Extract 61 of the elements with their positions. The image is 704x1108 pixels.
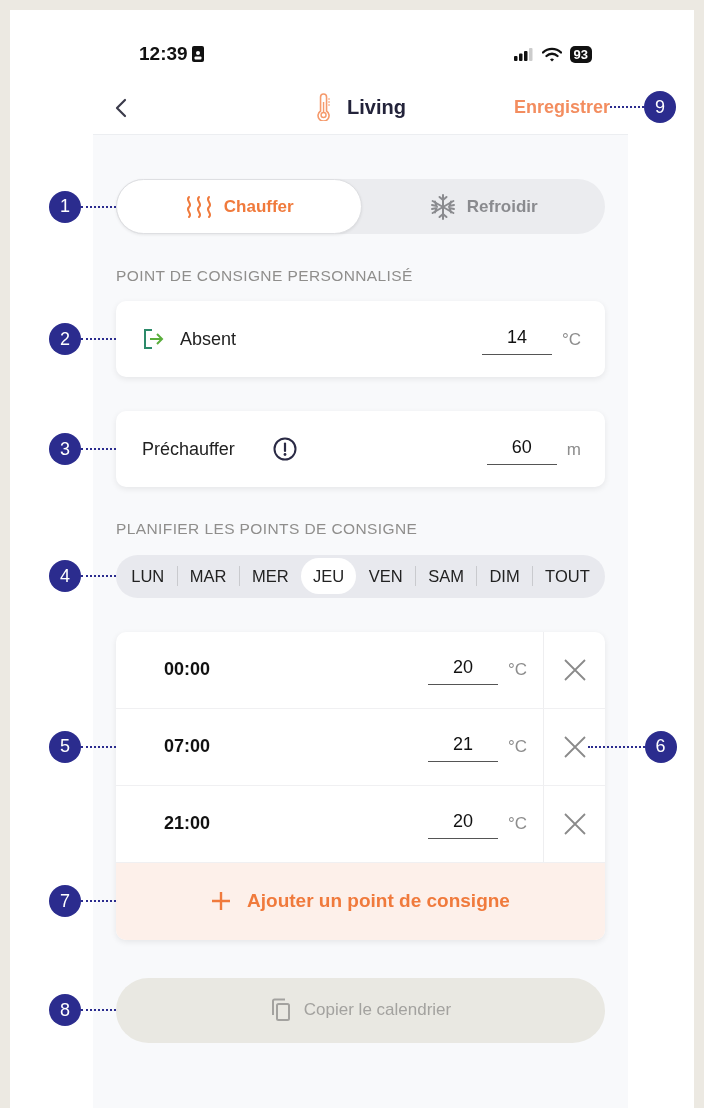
day-tab[interactable]: JEU <box>300 558 357 594</box>
value-field[interactable]: 60 <box>486 433 557 465</box>
section-title: POINT DE CONSIGNE PERSONNALISÉ <box>116 266 414 286</box>
close-icon <box>561 733 588 760</box>
callout-marker: 2 <box>49 323 81 356</box>
unit-label: °C <box>507 735 527 758</box>
snowflake-icon <box>428 192 457 221</box>
delete-button[interactable] <box>561 656 588 683</box>
close-icon <box>561 810 588 837</box>
value-field[interactable]: 20 <box>427 654 498 685</box>
value-field[interactable]: 21 <box>427 731 498 762</box>
callout-marker: 4 <box>49 560 81 592</box>
thermometer-icon <box>315 93 332 121</box>
battery-indicator: 93 <box>569 45 592 63</box>
setpoint-time: 00:00 <box>164 658 212 681</box>
id-card-icon <box>191 46 204 62</box>
setting-label: Préchauffer <box>142 437 235 461</box>
signal-icon <box>513 47 534 61</box>
unit-label: °C <box>561 328 581 351</box>
callout-marker: 5 <box>49 730 81 763</box>
leader-line <box>81 900 116 902</box>
delete-button[interactable] <box>561 810 588 837</box>
section-title: PLANIFIER LES POINTS DE CONSIGNE <box>116 519 419 540</box>
leader-line <box>587 745 645 748</box>
unit-label: °C <box>507 812 527 835</box>
wifi-icon <box>541 46 562 62</box>
leader-line <box>81 1009 116 1011</box>
leader-line <box>81 338 116 341</box>
leader-line <box>81 205 116 208</box>
day-tab[interactable]: TOUT <box>532 558 602 594</box>
callout-marker: 8 <box>49 994 81 1026</box>
callout-marker: 1 <box>49 190 81 223</box>
day-tab[interactable]: LUN <box>119 558 177 594</box>
plus-icon <box>211 891 232 911</box>
setpoint-time: 07:00 <box>164 735 212 758</box>
back-icon <box>115 97 127 118</box>
leader-line <box>81 745 116 748</box>
status-time: 12:39 <box>139 41 188 66</box>
callout-marker: 6 <box>644 730 677 763</box>
info-icon <box>272 437 297 462</box>
value-field[interactable]: 14 <box>481 323 552 355</box>
copy-icon <box>269 998 292 1022</box>
setpoint-time: 21:00 <box>164 812 212 835</box>
day-tab[interactable]: MER <box>239 558 301 594</box>
unit-label: °C <box>507 658 527 681</box>
day-tab[interactable]: MAR <box>177 558 239 594</box>
day-tab[interactable]: DIM <box>477 558 532 594</box>
leader-line <box>81 448 116 451</box>
callout-marker: 7 <box>49 885 81 917</box>
setting-label: Absent <box>180 327 237 351</box>
delete-button[interactable] <box>561 733 588 760</box>
callout-marker: 9 <box>644 91 676 123</box>
day-tab[interactable]: SAM <box>415 558 477 594</box>
close-icon <box>561 656 588 683</box>
leader-line <box>81 575 116 577</box>
unit-label: m <box>566 438 581 461</box>
screen-title: Living <box>347 95 406 120</box>
exit-icon <box>142 328 164 351</box>
day-tab[interactable]: VEN <box>356 558 415 594</box>
value-field[interactable]: 20 <box>427 808 498 839</box>
callout-marker: 3 <box>49 433 81 466</box>
